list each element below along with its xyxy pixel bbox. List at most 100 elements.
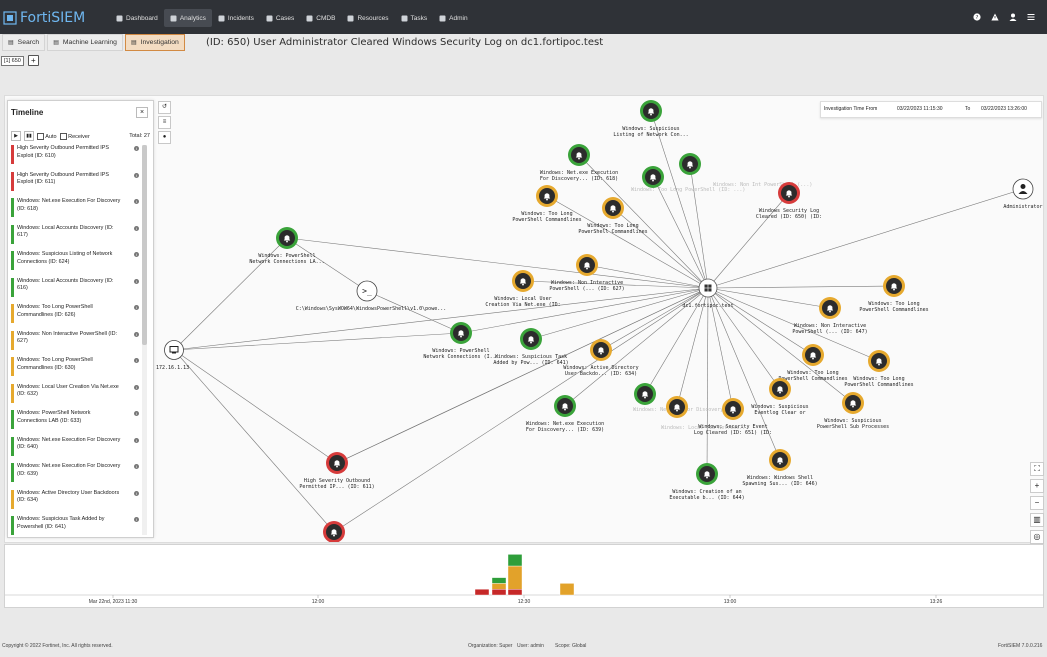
- info-icon[interactable]: i: [134, 437, 139, 443]
- incident-node[interactable]: [802, 344, 824, 366]
- timeline-item[interactable]: Windows: Local Accounts Discovery (ID: 6…: [11, 224, 139, 247]
- delete-button[interactable]: ▥: [1030, 513, 1044, 527]
- incident-node[interactable]: [590, 339, 612, 361]
- incident-node[interactable]: [819, 297, 841, 319]
- undo-button[interactable]: ↺: [158, 101, 171, 114]
- process-node[interactable]: >_ C:\Windows\SysWOW64\WindowsPowerShell\…: [296, 280, 447, 312]
- timeline-item[interactable]: Windows: Net.exe Execution For Discovery…: [11, 198, 139, 220]
- timeline-scroll-thumb[interactable]: [142, 145, 147, 345]
- incident-node[interactable]: [634, 383, 656, 405]
- incident-node[interactable]: [842, 392, 864, 414]
- subtab-machine-learning[interactable]: ▤ Machine Learning: [47, 34, 123, 51]
- timeline-item[interactable]: High Severity Outbound Permitted IPS Exp…: [11, 145, 139, 167]
- incident-node[interactable]: [868, 350, 890, 372]
- info-icon[interactable]: i: [134, 517, 139, 522]
- info-icon[interactable]: i: [134, 411, 139, 416]
- help-icon[interactable]: ?: [973, 13, 981, 21]
- add-investigation-tab-button[interactable]: +: [27, 55, 39, 66]
- incident-node[interactable]: [576, 254, 598, 276]
- subtab-search[interactable]: ▤ Search: [2, 34, 46, 51]
- incident-node[interactable]: [666, 396, 688, 418]
- timeline-scrollbar[interactable]: [142, 145, 147, 535]
- nav-admin[interactable]: Admin: [433, 9, 473, 27]
- incident-node[interactable]: [512, 270, 534, 292]
- info-icon[interactable]: i: [134, 225, 139, 231]
- incident-node[interactable]: [640, 100, 662, 122]
- app-logo[interactable]: FortiSIEM: [3, 8, 98, 28]
- user-node-administrator[interactable]: Administrator: [1003, 178, 1043, 210]
- histogram-bar-red[interactable]: [507, 589, 523, 596]
- zoom-out-button[interactable]: −: [1030, 496, 1044, 510]
- info-icon[interactable]: i: [134, 278, 139, 284]
- incident-node[interactable]: [602, 197, 624, 219]
- settings-button[interactable]: ◎: [1030, 530, 1044, 544]
- nav-analytics[interactable]: Analytics: [163, 9, 212, 27]
- incident-node[interactable]: [323, 521, 345, 542]
- timeline-item[interactable]: Windows: Net.exe Execution For Discovery…: [11, 463, 139, 485]
- histogram-bar-green[interactable]: [491, 577, 507, 584]
- info-icon[interactable]: i: [134, 331, 139, 337]
- auto-checkbox[interactable]: [37, 132, 44, 140]
- pause-button[interactable]: ▮▮: [24, 131, 34, 141]
- incident-node[interactable]: [769, 378, 791, 400]
- info-icon[interactable]: i: [134, 146, 139, 151]
- incident-node[interactable]: [326, 452, 348, 474]
- timeline-item[interactable]: Windows: Non Interactive PowerShell (ID:…: [11, 330, 139, 353]
- nav-dashboard[interactable]: Dashboard: [110, 9, 164, 27]
- host-node-dc1[interactable]: dc1.fortipoc.test: [682, 278, 734, 309]
- incident-node[interactable]: [554, 395, 576, 417]
- info-icon[interactable]: i: [134, 172, 139, 178]
- incident-node[interactable]: [679, 153, 701, 175]
- alert-icon[interactable]: [991, 13, 999, 21]
- info-icon[interactable]: i: [134, 358, 139, 363]
- incident-node[interactable]: [276, 227, 298, 249]
- histogram-bar-red[interactable]: [474, 589, 490, 596]
- timeline-item[interactable]: Windows: Suspicious Listing of Network C…: [11, 251, 139, 273]
- user-icon[interactable]: [1009, 13, 1017, 21]
- info-icon[interactable]: i: [134, 490, 139, 496]
- incident-node[interactable]: [883, 275, 905, 297]
- incident-node[interactable]: [568, 144, 590, 166]
- timeline-item[interactable]: High Severity Outbound Permitted IPS Exp…: [11, 171, 139, 194]
- menu-icon[interactable]: [1027, 13, 1035, 21]
- incident-node[interactable]: [520, 328, 542, 350]
- incident-node[interactable]: [778, 182, 800, 204]
- incident-node[interactable]: [536, 185, 558, 207]
- incident-node[interactable]: [450, 322, 472, 344]
- incident-node[interactable]: [642, 166, 664, 188]
- nav-resources[interactable]: Resources: [341, 9, 394, 27]
- histogram-bar-green[interactable]: [507, 554, 523, 567]
- list-view-button[interactable]: ≡: [158, 116, 171, 129]
- nav-cmdb[interactable]: CMDB: [300, 9, 341, 27]
- investigation-tab-650[interactable]: [1] 650: [1, 55, 24, 66]
- info-icon[interactable]: i: [134, 252, 139, 257]
- fit-screen-button[interactable]: ⛶: [1030, 462, 1044, 476]
- incident-node[interactable]: [769, 449, 791, 471]
- investigation-graph-canvas[interactable]: Windows: Too Long PowerShell (ID: ...) Wi…: [4, 95, 1044, 543]
- nav-incidents[interactable]: Incidents: [212, 9, 260, 27]
- auto-toggle[interactable]: Auto: [37, 132, 57, 140]
- info-icon[interactable]: i: [134, 464, 139, 469]
- histogram-bar-orange[interactable]: [507, 565, 523, 590]
- nav-tasks[interactable]: Tasks: [395, 9, 434, 27]
- timeline-item[interactable]: Windows: PowerShell Network Connections …: [11, 410, 139, 432]
- event-histogram[interactable]: Mar 22nd, 2023 11:30 12:00 12:30 13:00 13:26: [4, 544, 1044, 608]
- ip-node[interactable]: 172.16.1.13: [156, 340, 189, 372]
- timeline-item[interactable]: Windows: Too Long PowerShell Commandline…: [11, 357, 139, 379]
- play-button[interactable]: ▶: [11, 131, 21, 141]
- comment-button[interactable]: ●: [158, 131, 171, 144]
- info-icon[interactable]: i: [134, 305, 139, 310]
- investigation-graph[interactable]: Windows: Too Long PowerShell (ID: ...)Wi…: [5, 96, 1043, 542]
- info-icon[interactable]: i: [134, 384, 139, 390]
- time-to-value[interactable]: 03/22/2023 13:26:00: [981, 106, 1027, 112]
- timeline-item[interactable]: Windows: Active Directory User Backdoors…: [11, 489, 139, 512]
- timeline-item[interactable]: Windows: Local User Creation Via Net.exe…: [11, 383, 139, 406]
- nav-cases[interactable]: Cases: [260, 9, 300, 27]
- receiver-toggle[interactable]: Receiver: [59, 132, 90, 140]
- receiver-checkbox[interactable]: [59, 132, 67, 140]
- histogram-bar-red[interactable]: [491, 589, 507, 596]
- subtab-investigation[interactable]: ▤ Investigation: [124, 34, 185, 51]
- histogram-bar-orange[interactable]: [491, 583, 507, 590]
- histogram-bar-orange[interactable]: [559, 583, 575, 596]
- incident-node[interactable]: [722, 398, 744, 420]
